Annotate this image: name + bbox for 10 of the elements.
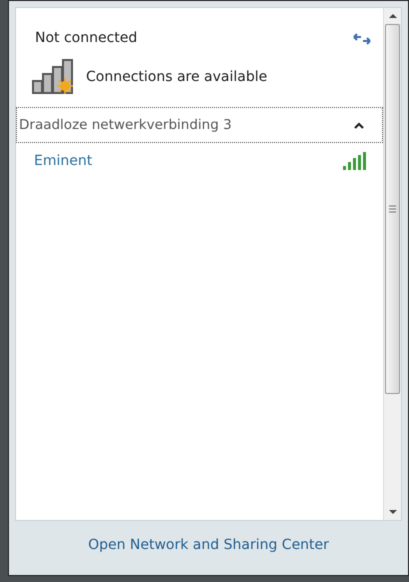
signal-strength-icon	[343, 152, 367, 170]
status-message: Connections are available	[86, 68, 268, 86]
adapter-section-header[interactable]: Draadloze netwerkverbinding 3	[16, 107, 383, 143]
scrollbar-thumb[interactable]	[385, 24, 400, 394]
refresh-arrows-icon[interactable]	[353, 32, 371, 46]
scrollbar[interactable]	[383, 8, 401, 520]
network-name[interactable]: Eminent	[34, 150, 92, 172]
network-sharing-center-link[interactable]: Open Network and Sharing Center	[88, 534, 329, 556]
grip-icon	[389, 205, 396, 213]
status-title: Not connected	[35, 29, 138, 48]
